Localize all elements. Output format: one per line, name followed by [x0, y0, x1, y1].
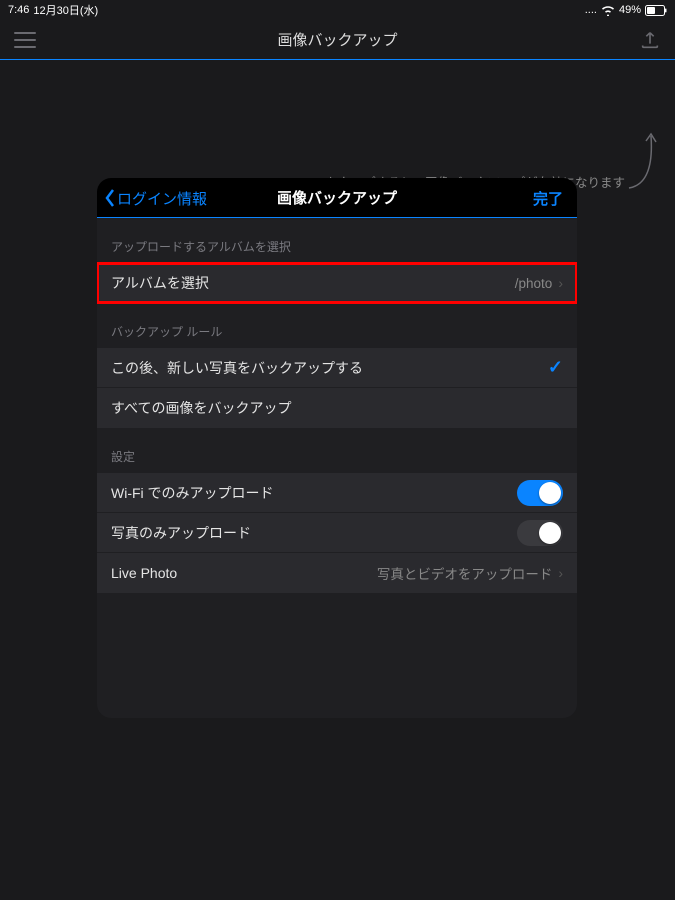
- done-button[interactable]: 完了: [533, 178, 563, 218]
- photo-only-row: 写真のみアップロード: [97, 513, 577, 553]
- status-date: 12月30日(水): [33, 2, 98, 18]
- back-button[interactable]: ログイン情報: [103, 178, 207, 218]
- live-photo-label: Live Photo: [111, 565, 177, 581]
- hint-area: ここをタップすると、画像バックアップが有効になります: [0, 60, 675, 180]
- upload-icon[interactable]: [639, 29, 661, 51]
- section-header-album: アップロードするアルバムを選択: [97, 218, 577, 263]
- cellular-dots-icon: ....: [585, 4, 597, 16]
- select-album-value: /photo: [515, 276, 553, 291]
- photo-only-toggle[interactable]: [517, 520, 563, 546]
- rule-all-photos-row[interactable]: すべての画像をバックアップ: [97, 388, 577, 428]
- wifi-icon: [601, 5, 615, 16]
- modal-header: ログイン情報 画像バックアップ 完了: [97, 178, 577, 218]
- check-icon: ✓: [548, 357, 563, 378]
- status-time: 7:46: [8, 4, 29, 16]
- photo-only-label: 写真のみアップロード: [111, 523, 251, 543]
- back-label: ログイン情報: [117, 188, 207, 209]
- chevron-right-icon: ›: [558, 275, 563, 291]
- rule-all-label: すべての画像をバックアップ: [111, 398, 291, 418]
- section-header-settings: 設定: [97, 428, 577, 473]
- battery-percent: 49%: [619, 4, 641, 16]
- live-photo-row[interactable]: Live Photo 写真とビデオをアップロード ›: [97, 553, 577, 593]
- backup-settings-modal: ログイン情報 画像バックアップ 完了 アップロードするアルバムを選択 アルバムを…: [97, 178, 577, 718]
- hamburger-icon[interactable]: [14, 32, 36, 48]
- nav-bar: 画像バックアップ: [0, 20, 675, 60]
- modal-title: 画像バックアップ: [277, 187, 397, 208]
- battery-icon: [645, 5, 667, 16]
- chevron-right-icon: ›: [558, 565, 563, 581]
- wifi-only-label: Wi-Fi でのみアップロード: [111, 483, 274, 503]
- hint-arrow-icon: [627, 130, 657, 190]
- rule-new-photos-row[interactable]: この後、新しい写真をバックアップする ✓: [97, 348, 577, 388]
- page-title: 画像バックアップ: [277, 29, 397, 50]
- section-header-rule: バックアップ ルール: [97, 303, 577, 348]
- wifi-only-toggle[interactable]: [517, 480, 563, 506]
- live-photo-value: 写真とビデオをアップロード: [377, 563, 553, 583]
- select-album-row[interactable]: アルバムを選択 /photo ›: [97, 263, 577, 303]
- select-album-label: アルバムを選択: [111, 273, 209, 293]
- wifi-only-row: Wi-Fi でのみアップロード: [97, 473, 577, 513]
- status-bar: 7:46 12月30日(水) .... 49%: [0, 0, 675, 20]
- rule-new-label: この後、新しい写真をバックアップする: [111, 358, 363, 378]
